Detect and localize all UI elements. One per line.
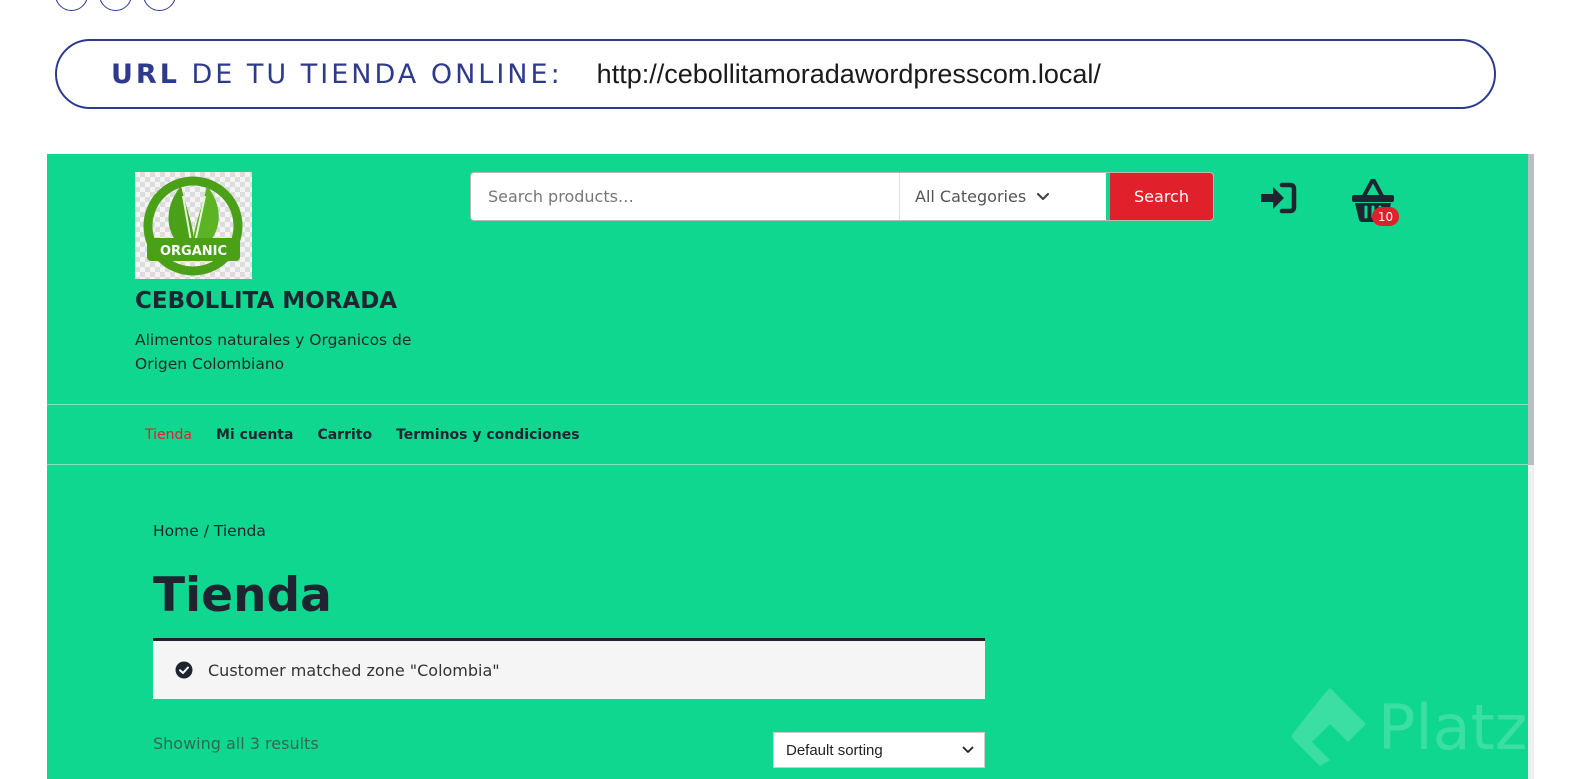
window-control-circle[interactable]: [55, 0, 88, 11]
site-title[interactable]: CEBOLLITA MORADA: [135, 288, 397, 314]
url-label: URL DE TU TIENDA ONLINE:: [111, 58, 563, 90]
site-logo[interactable]: ORGANIC: [135, 172, 252, 279]
nav-item-carrito[interactable]: Carrito: [317, 427, 372, 443]
nav-item-tienda[interactable]: Tienda: [145, 427, 192, 443]
cart-count-badge: 10: [1372, 207, 1399, 226]
platzi-watermark: Platzi: [1290, 684, 1528, 770]
sign-in-icon[interactable]: [1258, 178, 1298, 218]
category-select[interactable]: All Categories: [899, 173, 1106, 220]
shipping-zone-notice: Customer matched zone "Colombia": [153, 638, 985, 699]
store-url-banner: URL DE TU TIENDA ONLINE: http://cebollit…: [55, 39, 1496, 109]
window-control-circle[interactable]: [143, 0, 176, 11]
page-title: Tienda: [153, 568, 332, 623]
check-circle-icon: [175, 661, 193, 679]
window-control-circle[interactable]: [99, 0, 132, 11]
search-input[interactable]: [471, 173, 899, 220]
notice-text: Customer matched zone "Colombia": [208, 660, 500, 680]
store-url[interactable]: http://cebollitamoradawordpresscom.local…: [597, 59, 1101, 90]
breadcrumb-home[interactable]: Home: [153, 522, 199, 540]
organic-leaf-icon: ORGANIC: [143, 176, 243, 276]
main-nav: Tienda Mi cuenta Carrito Terminos y cond…: [47, 404, 1528, 465]
watermark-text: Platzi: [1378, 690, 1528, 764]
nav-item-mi-cuenta[interactable]: Mi cuenta: [216, 427, 293, 443]
scrollbar-track[interactable]: [1528, 465, 1534, 779]
breadcrumb-current: Tienda: [213, 522, 266, 540]
search-button[interactable]: Search: [1106, 173, 1213, 220]
scrollbar-thumb[interactable]: [1528, 154, 1534, 465]
window-controls: [55, 0, 176, 11]
breadcrumb-separator: /: [198, 522, 214, 540]
site-tagline: Alimentos naturales y Organicos de Orige…: [135, 331, 412, 373]
category-select-label: All Categories: [915, 187, 1027, 206]
sorting-select[interactable]: Default sorting: [773, 732, 985, 768]
storefront: ORGANIC CEBOLLITA MORADA Alimentos natur…: [47, 154, 1528, 779]
breadcrumb: Home / Tienda: [153, 522, 266, 540]
results-count: Showing all 3 results: [153, 734, 319, 753]
chevron-down-icon: [1037, 192, 1050, 200]
sorting-select-label: Default sorting: [786, 741, 883, 759]
platzi-logo-icon: [1292, 688, 1366, 766]
product-search: All Categories Search: [470, 172, 1214, 221]
nav-item-terminos[interactable]: Terminos y condiciones: [396, 427, 579, 443]
svg-text:ORGANIC: ORGANIC: [160, 244, 227, 259]
chevron-down-icon: [962, 746, 974, 753]
